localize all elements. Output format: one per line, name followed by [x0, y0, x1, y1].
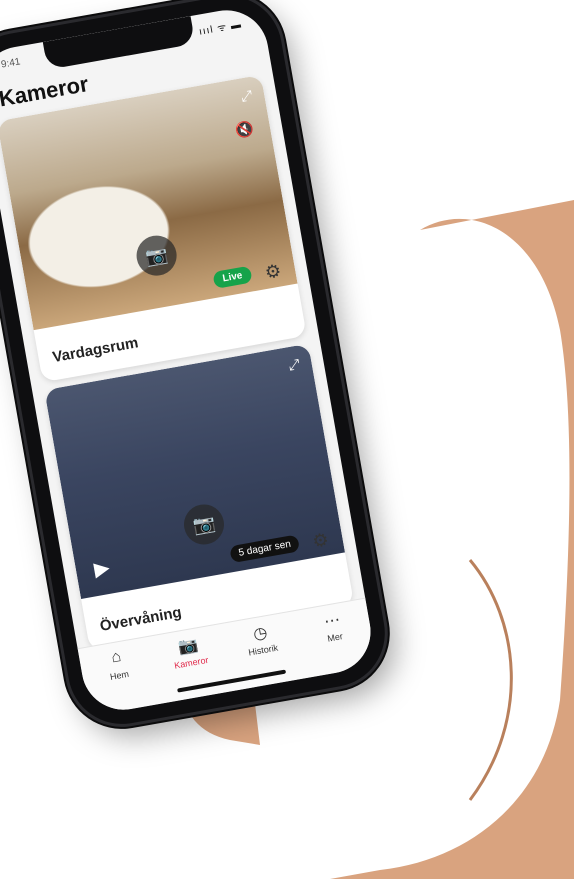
tab-hem[interactable]: ⌂ Hem	[85, 644, 150, 686]
camera-name: Vardagsrum	[51, 334, 140, 367]
tab-mer[interactable]: ⋯ Mer	[301, 606, 366, 648]
home-icon: ⌂	[109, 648, 123, 667]
tab-label: Historik	[247, 642, 279, 658]
clock-icon: ◷	[251, 624, 269, 644]
gear-icon[interactable]: ⚙	[311, 529, 331, 552]
camera-card-overvaning[interactable]: ⤢ 📷 ▶ 5 dagar sen ⚙ Övervåning	[44, 343, 355, 652]
mute-icon[interactable]: 🔇	[234, 119, 255, 140]
camera-icon: 📷	[177, 636, 200, 657]
camera-name: Övervåning	[98, 603, 183, 635]
tab-label: Mer	[326, 631, 344, 644]
home-indicator[interactable]	[177, 669, 287, 693]
tab-historik[interactable]: ◷ Historik	[229, 618, 294, 660]
tab-label: Hem	[109, 668, 130, 683]
tab-kameror[interactable]: 📷 Kameror	[157, 631, 222, 673]
status-icons: ıııl ᯤ ▬	[198, 19, 243, 38]
camera-icon: 📷	[191, 512, 217, 536]
camera-icon: 📷	[143, 243, 170, 267]
camera-feed-image[interactable]: ⤢ 🔇 📷	[0, 74, 298, 331]
expand-icon[interactable]: ⤢	[287, 356, 301, 375]
more-icon: ⋯	[322, 611, 342, 631]
snapshot-button[interactable]: 📷	[133, 232, 180, 279]
camera-feed-image[interactable]: ⤢ 📷 ▶	[44, 343, 345, 599]
hand-shadow	[468, 559, 513, 801]
camera-card-vardagsrum[interactable]: ⤢ 🔇 📷 Live ⚙ Vardagsrum	[0, 74, 307, 383]
play-icon[interactable]: ▶	[92, 555, 111, 582]
status-time: 9:41	[0, 56, 22, 71]
snapshot-button[interactable]: 📷	[180, 501, 228, 548]
expand-icon[interactable]: ⤢	[240, 87, 254, 106]
gear-icon[interactable]: ⚙	[263, 260, 283, 283]
tab-label: Kameror	[173, 654, 210, 671]
phone-notch	[42, 16, 196, 70]
